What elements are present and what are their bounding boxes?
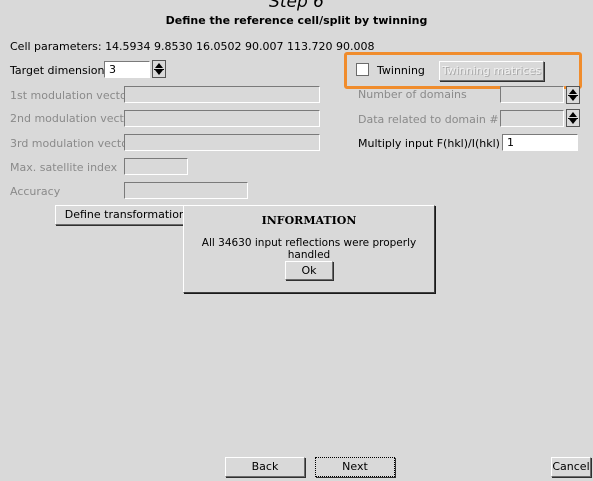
max-satellite-input[interactable] — [124, 158, 188, 175]
modulation-1-input[interactable] — [124, 86, 320, 103]
modulation-3-input[interactable] — [124, 134, 320, 151]
accuracy-input[interactable] — [124, 182, 248, 199]
cell-parameters: Cell parameters: 14.5934 9.8530 16.0502 … — [10, 40, 375, 53]
modulation-2-input[interactable] — [124, 110, 320, 127]
twinning-checkbox[interactable] — [356, 63, 369, 76]
data-related-label: Data related to domain # — [358, 113, 499, 126]
data-related-input[interactable] — [500, 110, 564, 127]
number-of-domains-label: Number of domains — [358, 88, 467, 101]
twinning-matrices-button[interactable]: Twinning matrices — [439, 61, 544, 81]
modulation-3-label: 3rd modulation vector — [10, 137, 133, 150]
information-dialog: INFORMATION All 34630 input reflections … — [183, 205, 435, 293]
arrow-down-icon — [155, 70, 163, 75]
number-of-domains-stepper[interactable] — [566, 86, 580, 104]
max-satellite-label: Max. satellite index — [10, 161, 118, 174]
target-dimension-input[interactable]: 3 — [104, 61, 150, 78]
arrow-up-icon — [155, 63, 163, 68]
window-title: Define the reference cell/split by twinn… — [165, 14, 428, 27]
data-related-stepper[interactable] — [566, 109, 580, 127]
number-of-domains-input[interactable] — [500, 86, 564, 103]
multiply-input-label: Multiply input F(hkl)/I(hkl) by — [358, 137, 517, 150]
arrow-up-icon — [569, 112, 577, 117]
cancel-button[interactable]: Cancel — [551, 457, 591, 477]
dialog-message: All 34630 input reflections were properl… — [201, 237, 417, 261]
target-dimension-label: Target dimension — [10, 64, 105, 77]
dialog-title: INFORMATION — [261, 214, 357, 227]
modulation-1-label: 1st modulation vector — [10, 89, 132, 102]
next-button[interactable]: Next — [315, 457, 395, 477]
accuracy-label: Accuracy — [10, 185, 61, 198]
arrow-down-icon — [569, 119, 577, 124]
ok-button[interactable]: Ok — [285, 261, 333, 280]
twinning-label: Twinning — [377, 64, 425, 77]
step-label: Step 6 — [269, 0, 324, 12]
target-dimension-stepper[interactable] — [152, 60, 166, 78]
arrow-down-icon — [569, 96, 577, 101]
back-button[interactable]: Back — [225, 457, 305, 477]
arrow-up-icon — [569, 89, 577, 94]
multiply-input-field[interactable]: 1 — [502, 134, 578, 151]
modulation-2-label: 2nd modulation vector — [10, 112, 136, 125]
